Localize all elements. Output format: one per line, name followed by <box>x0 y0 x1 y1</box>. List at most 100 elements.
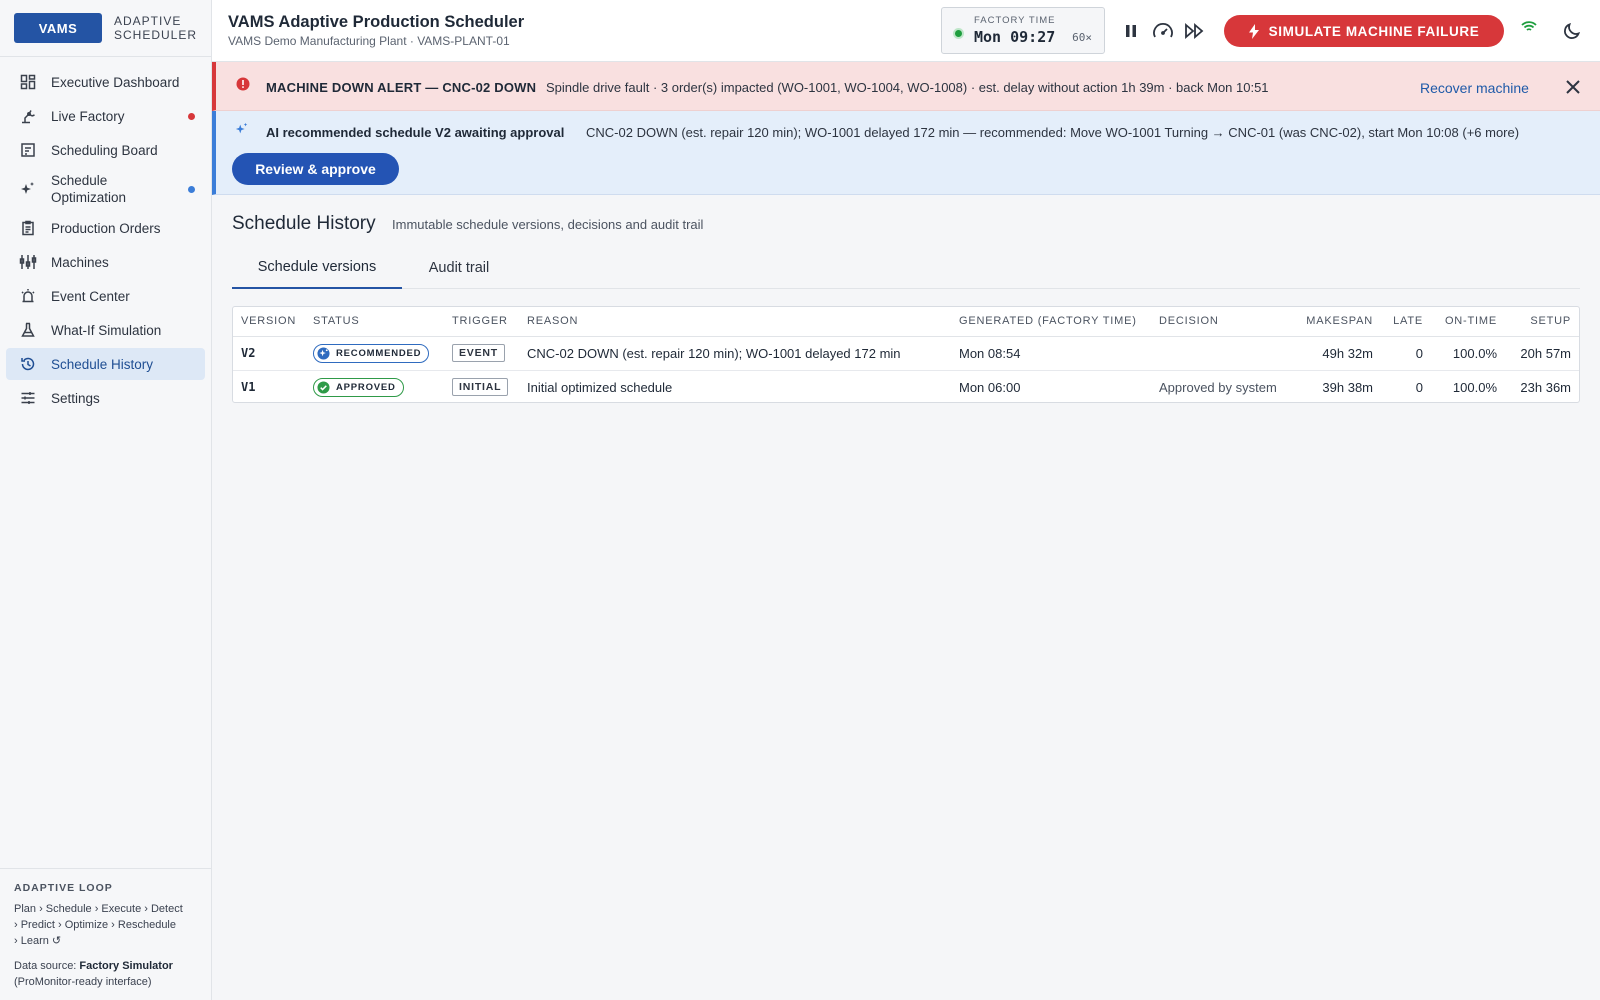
status-cell: RECOMMENDED <box>305 336 444 371</box>
sidebar: VAMS ADAPTIVE SCHEDULER Executive Dashbo… <box>0 0 212 1000</box>
decision-cell: Approved by system <box>1159 379 1277 395</box>
data-source-note: (ProMonitor-ready interface) <box>14 976 152 988</box>
late-cell: 0 <box>1415 379 1423 395</box>
sidebar-item-live-factory[interactable]: Live Factory <box>6 100 205 132</box>
board-icon <box>18 140 38 160</box>
ontime-cell: 100.0% <box>1431 336 1505 371</box>
machines-icon <box>18 252 38 272</box>
sidebar-nav: Executive Dashboard Live Factory Schedul… <box>0 57 211 414</box>
vams-logo[interactable]: VAMS <box>14 13 102 43</box>
history-icon <box>18 354 38 374</box>
recover-machine-link[interactable]: Recover machine <box>1420 80 1529 96</box>
col-reason: REASON <box>519 307 951 337</box>
sidebar-item-schedule-optimization[interactable]: Schedule Optimization <box>6 168 205 210</box>
check-badge-icon <box>317 381 330 394</box>
sidebar-item-settings[interactable]: Settings <box>6 382 205 414</box>
pause-icon <box>1126 25 1136 37</box>
reason-cell: CNC-02 DOWN (est. repair 120 min); WO-10… <box>519 336 951 371</box>
loop-line-3: › Learn ↺ <box>14 935 62 947</box>
review-approve-button[interactable]: Review & approve <box>232 153 399 185</box>
main-content: Schedule History Immutable schedule vers… <box>212 195 1600 1000</box>
col-makespan: MAKESPAN <box>1297 307 1381 337</box>
version-cell: V2 <box>233 336 305 371</box>
simulate-failure-button[interactable]: SIMULATE MACHINE FAILURE <box>1224 15 1504 47</box>
status-badge-recommended: RECOMMENDED <box>313 343 430 363</box>
moon-icon <box>1564 22 1581 39</box>
sidebar-item-label: Scheduling Board <box>51 142 158 158</box>
brand-line-1: ADAPTIVE <box>113 14 182 28</box>
generated-cell: Mon 08:54 <box>951 336 1151 371</box>
schedule-versions-table: VERSION STATUS TRIGGER REASON GENERATED … <box>232 306 1580 403</box>
col-trigger: TRIGGER <box>444 307 519 337</box>
makespan-cell: 39h 38m <box>1322 379 1373 395</box>
loop-line-1: Plan › Schedule › Execute › Detect <box>14 903 183 915</box>
brand-text: ADAPTIVE SCHEDULER <box>114 14 197 42</box>
sidebar-item-what-if-simulation[interactable]: What-If Simulation <box>6 314 205 346</box>
col-version: VERSION <box>233 307 305 337</box>
alert-text: Spindle drive fault · 3 order(s) impacte… <box>546 80 1269 95</box>
error-icon <box>236 77 250 94</box>
page-title: Schedule History <box>232 213 376 234</box>
setup-cell: 23h 36m <box>1520 379 1571 395</box>
sidebar-item-executive-dashboard[interactable]: Executive Dashboard <box>6 66 205 98</box>
app-title: VAMS Adaptive Production Scheduler <box>228 13 525 31</box>
status-cell: APPROVED <box>305 370 444 404</box>
tab-schedule-versions[interactable]: Schedule versions <box>232 247 402 289</box>
data-source-name: Factory Simulator <box>79 960 173 972</box>
table-header-row: VERSION STATUS TRIGGER REASON GENERATED … <box>233 307 1579 337</box>
adaptive-loop-title: ADAPTIVE LOOP <box>14 882 113 894</box>
sparkle-badge-icon <box>317 346 330 360</box>
sidebar-item-label: Schedule Optimization <box>51 173 127 205</box>
late-cell: 0 <box>1381 336 1431 371</box>
reason-cell: Initial optimized schedule <box>527 379 673 395</box>
lightning-icon <box>1248 23 1259 39</box>
top-header: VAMS Adaptive Production Scheduler VAMS … <box>212 0 1600 62</box>
status-badge-approved: APPROVED <box>313 377 404 397</box>
sidebar-item-label: Schedule History <box>51 356 154 372</box>
ai-alert-title: AI recommended schedule V2 awaiting appr… <box>266 125 565 140</box>
decision-cell <box>1151 336 1297 371</box>
close-icon <box>1566 80 1580 94</box>
dashboard-icon <box>18 72 38 92</box>
pause-button[interactable] <box>1119 19 1143 43</box>
col-setup: SETUP <box>1505 307 1579 337</box>
sidebar-item-scheduling-board[interactable]: Scheduling Board <box>6 134 205 166</box>
sidebar-item-label: What-If Simulation <box>51 322 162 338</box>
factory-clock: FACTORY TIME Mon 09:27 60× <box>941 7 1105 54</box>
optimization-status-dot <box>188 186 195 193</box>
sidebar-item-label: Executive Dashboard <box>51 74 180 90</box>
table-row[interactable]: V2 RECOMMENDED EVENT CNC-02 DOWN (est. r… <box>233 336 1579 371</box>
sidebar-item-label: Live Factory <box>51 108 125 124</box>
theme-toggle-button[interactable] <box>1560 19 1584 43</box>
page-subtitle: Immutable schedule versions, decisions a… <box>392 217 704 232</box>
adaptive-loop-panel: ADAPTIVE LOOP Plan › Schedule › Execute … <box>0 868 211 1000</box>
flask-icon <box>18 320 38 340</box>
makespan-cell: 49h 32m <box>1297 336 1381 371</box>
sidebar-item-production-orders[interactable]: Production Orders <box>6 212 205 244</box>
fast-forward-icon <box>1185 23 1204 39</box>
trigger-cell: INITIAL <box>444 370 519 404</box>
connection-wifi-icon <box>1521 21 1537 36</box>
sidebar-item-event-center[interactable]: Event Center <box>6 280 205 312</box>
table-row[interactable]: V1 APPROVED INITIAL Initial optimized sc… <box>233 370 1579 404</box>
col-ontime: ON-TIME <box>1431 307 1505 337</box>
trigger-badge: EVENT <box>452 344 506 362</box>
sliders-icon <box>18 388 38 408</box>
status-text: RECOMMENDED <box>336 347 422 359</box>
sidebar-item-schedule-history[interactable]: Schedule History <box>6 348 205 380</box>
version-cell: V1 <box>241 380 256 395</box>
dismiss-alert-button[interactable] <box>1562 76 1584 98</box>
tab-audit-trail[interactable]: Audit trail <box>402 247 516 289</box>
alarm-icon <box>18 286 38 306</box>
status-text: APPROVED <box>336 381 396 393</box>
brand: VAMS ADAPTIVE SCHEDULER <box>0 0 211 57</box>
alert-title: MACHINE DOWN ALERT — CNC-02 DOWN <box>266 80 537 95</box>
speed-button[interactable] <box>1151 19 1175 43</box>
sidebar-item-machines[interactable]: Machines <box>6 246 205 278</box>
sim-speed: 60× <box>1072 31 1092 44</box>
generated-cell: Mon 06:00 <box>959 379 1021 395</box>
fast-forward-button[interactable] <box>1183 19 1207 43</box>
col-decision: DECISION <box>1151 307 1297 337</box>
adaptive-loop-steps: Plan › Schedule › Execute › Detect › Pre… <box>14 901 197 949</box>
sparkle-icon <box>18 179 38 199</box>
